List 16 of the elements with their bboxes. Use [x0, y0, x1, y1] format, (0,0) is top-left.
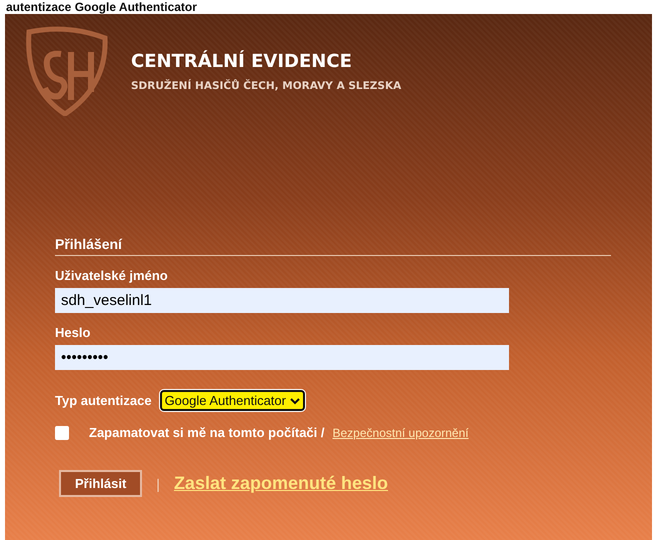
- login-heading: Přihlášení: [55, 236, 611, 256]
- password-field[interactable]: •••••••••: [55, 345, 509, 370]
- app-title: CENTRÁLNÍ EVIDENCE: [131, 50, 353, 72]
- remember-checkbox[interactable]: [55, 426, 69, 440]
- username-field[interactable]: sdh_veselinl1: [55, 288, 509, 313]
- login-button[interactable]: Přihlásit: [59, 470, 142, 497]
- password-label: Heslo: [55, 325, 92, 340]
- page-heading: autentizace Google Authenticator: [5, 0, 198, 14]
- chevron-down-icon: [290, 396, 300, 404]
- app-subtitle: SDRUŽENÍ HASIČŮ ČECH, MORAVY A SLEZSKA: [131, 80, 402, 92]
- separator-text: |: [156, 476, 160, 492]
- remember-label: Zapamatovat si mě na tomto počítači /: [89, 425, 324, 440]
- auth-type-select[interactable]: Google Authenticator: [160, 390, 305, 411]
- username-label: Uživatelské jméno: [55, 268, 169, 283]
- shield-logo-icon: [23, 26, 109, 116]
- auth-type-label: Typ autentizace: [55, 393, 152, 408]
